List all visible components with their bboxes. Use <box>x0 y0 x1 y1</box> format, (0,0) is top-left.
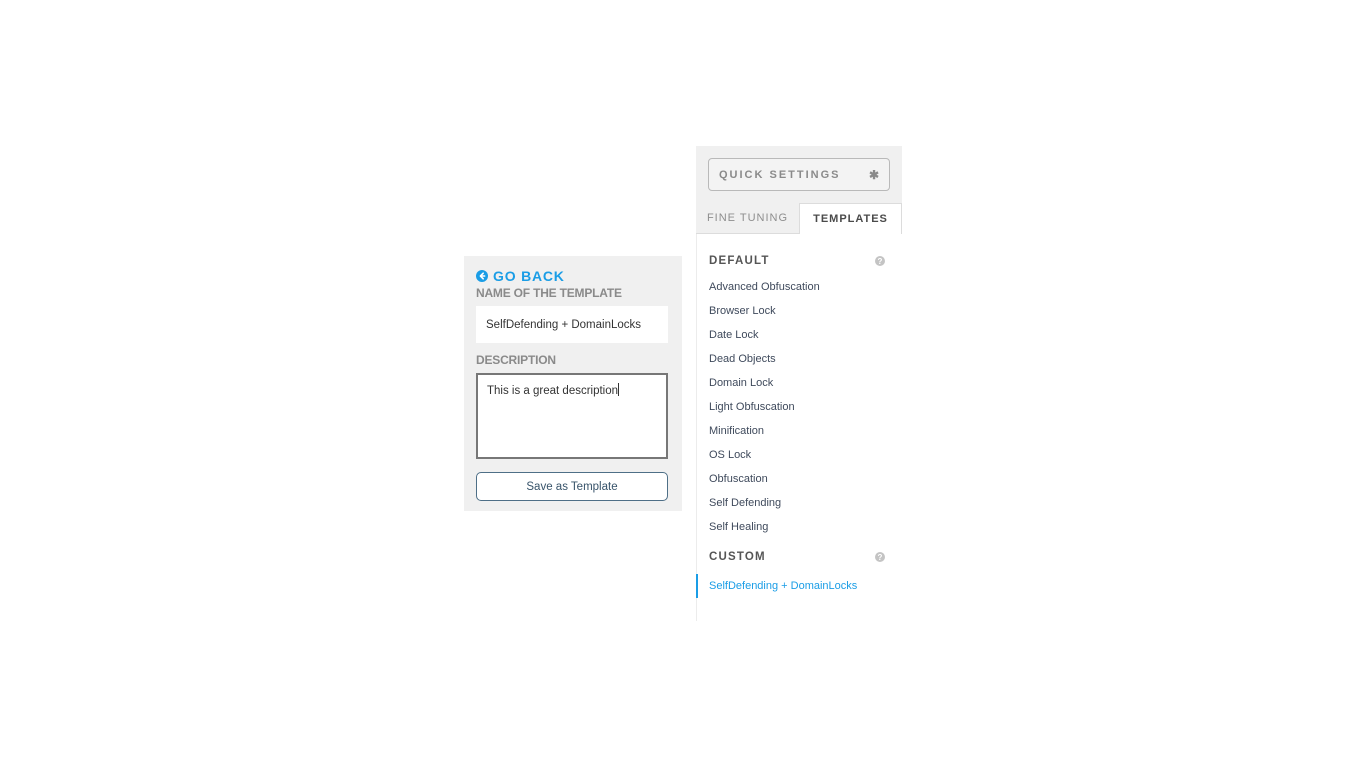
template-name-label: NAME OF THE TEMPLATE <box>476 286 622 300</box>
go-back-link[interactable]: GO BACK <box>476 268 670 284</box>
custom-section-header: CUSTOM ? <box>697 549 902 565</box>
template-item[interactable]: Minification <box>697 419 902 443</box>
custom-section-title: CUSTOM <box>709 551 766 563</box>
template-item[interactable]: Domain Lock <box>697 371 902 395</box>
template-item[interactable]: Light Obfuscation <box>697 395 902 419</box>
templates-list-area: DEFAULT ? Advanced Obfuscation Browser L… <box>696 234 902 621</box>
custom-template-item-active[interactable]: SelfDefending + DomainLocks <box>696 574 902 598</box>
template-item[interactable]: Browser Lock <box>697 299 902 323</box>
help-icon[interactable]: ? <box>875 552 885 562</box>
quick-settings-label: QUICK SETTINGS <box>719 168 841 181</box>
settings-sidebar: QUICK SETTINGS ✱ FINE TUNING TEMPLATES D… <box>696 146 902 621</box>
template-name-value: SelfDefending + DomainLocks <box>486 318 642 331</box>
default-section-title: DEFAULT <box>709 255 770 267</box>
tab-templates[interactable]: TEMPLATES <box>799 203 902 234</box>
sidebar-tabs: FINE TUNING TEMPLATES <box>696 203 902 234</box>
gear-icon: ✱ <box>868 167 879 182</box>
custom-template-list: SelfDefending + DomainLocks <box>696 574 902 598</box>
template-item[interactable]: Dead Objects <box>697 347 902 371</box>
quick-settings-area: QUICK SETTINGS ✱ FINE TUNING TEMPLATES <box>696 146 902 234</box>
go-back-label: GO BACK <box>493 268 565 284</box>
template-item[interactable]: Self Defending <box>697 491 902 515</box>
save-template-panel: GO BACK NAME OF THE TEMPLATE SelfDefendi… <box>464 256 682 511</box>
quick-settings-button[interactable]: QUICK SETTINGS ✱ <box>708 158 890 191</box>
save-as-template-button[interactable]: Save as Template <box>476 472 668 501</box>
description-textarea[interactable]: This is a great description <box>476 373 668 459</box>
template-item[interactable]: Self Healing <box>697 515 902 539</box>
template-item[interactable]: Date Lock <box>697 323 902 347</box>
default-template-list: Advanced Obfuscation Browser Lock Date L… <box>697 275 902 539</box>
template-item[interactable]: Obfuscation <box>697 467 902 491</box>
text-caret <box>618 383 620 396</box>
template-item[interactable]: OS Lock <box>697 443 902 467</box>
default-section-header: DEFAULT ? <box>697 234 902 269</box>
template-item[interactable]: Advanced Obfuscation <box>697 275 902 299</box>
help-icon[interactable]: ? <box>875 256 885 266</box>
tab-fine-tuning[interactable]: FINE TUNING <box>696 203 799 234</box>
arrow-left-circle-icon <box>476 270 488 282</box>
description-label: DESCRIPTION <box>476 353 556 367</box>
description-value: This is a great description <box>487 385 619 397</box>
template-name-input[interactable]: SelfDefending + DomainLocks <box>476 306 668 343</box>
